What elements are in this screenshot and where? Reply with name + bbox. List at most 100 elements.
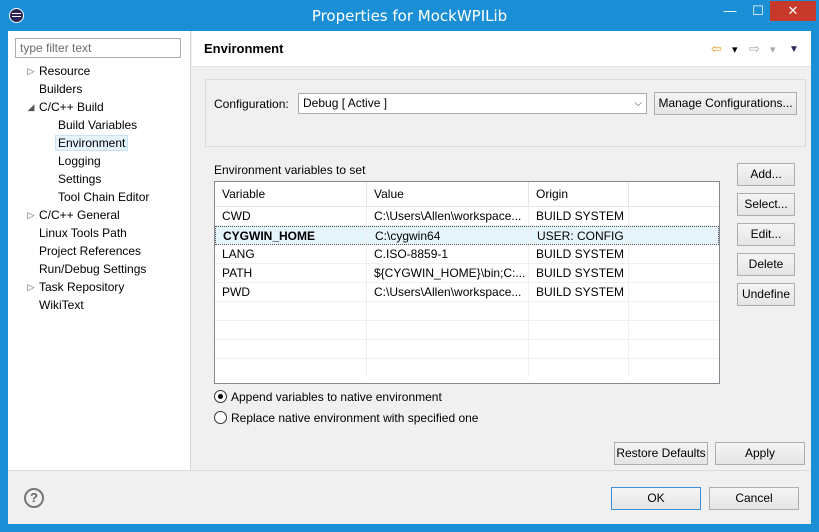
empty-cell (367, 302, 529, 320)
empty-cell (215, 321, 367, 339)
help-icon[interactable]: ? (24, 488, 44, 508)
tree-item-label: Task Repository (39, 280, 125, 294)
cell-origin: USER: CONFIG (530, 227, 630, 245)
tree-item-label: Linux Tools Path (39, 226, 127, 240)
radio-button[interactable] (214, 411, 227, 424)
tree-item-cpp-build[interactable]: ◢ C/C++ Build (28, 99, 104, 116)
tree-item-resource[interactable]: ▷ Resource (28, 63, 91, 80)
chevron-down-icon: ⌵ (634, 98, 642, 109)
tree-item-cpp-general[interactable]: ▷ C/C++ General (28, 207, 120, 224)
cancel-button[interactable]: Cancel (709, 487, 799, 510)
tree-item-environment[interactable]: Environment (55, 135, 129, 152)
cell-value: C:\Users\Allen\workspace... (367, 207, 529, 225)
empty-cell (529, 321, 629, 339)
properties-window: Properties for MockWPILib — ☐ ✕ ▷ Resour… (0, 0, 819, 532)
empty-cell (215, 302, 367, 320)
manage-configurations-button[interactable]: Manage Configurations... (654, 92, 797, 115)
configuration-label: Configuration: (214, 97, 289, 111)
empty-row (215, 302, 719, 321)
tree-item-project-references[interactable]: Project References (39, 243, 141, 260)
cell-value: C:\cygwin64 (368, 227, 530, 245)
maximize-button[interactable]: ☐ (745, 1, 771, 21)
filter-input[interactable] (15, 38, 181, 58)
apply-button[interactable]: Apply (715, 442, 805, 465)
tree-item-label: WikiText (39, 298, 84, 312)
empty-cell (367, 340, 529, 358)
expand-arrow-icon[interactable]: ▷ (25, 207, 37, 224)
window-title: Properties for MockWPILib (311, 7, 508, 25)
select-button[interactable]: Select... (737, 193, 795, 216)
column-header-variable[interactable]: Variable (215, 182, 367, 207)
table-row-selected[interactable]: CYGWIN_HOME C:\cygwin64 USER: CONFIG (215, 226, 719, 245)
close-button[interactable]: ✕ (770, 1, 816, 21)
tree-item-task-repository[interactable]: ▷ Task Repository (28, 279, 125, 296)
radio-button-checked[interactable] (214, 390, 227, 403)
table-row[interactable]: LANG C.ISO-8859-1 BUILD SYSTEM (215, 245, 719, 264)
env-vars-table[interactable]: Variable Value Origin CWD C:\Users\Allen… (214, 181, 720, 384)
table-row[interactable]: PWD C:\Users\Allen\workspace... BUILD SY… (215, 283, 719, 302)
tree-item-logging[interactable]: Logging (58, 153, 101, 170)
radio-label: Replace native environment with specifie… (231, 411, 479, 425)
restore-defaults-button[interactable]: Restore Defaults (614, 442, 708, 465)
page-title: Environment (204, 41, 284, 56)
tree-item-settings[interactable]: Settings (58, 171, 101, 188)
ok-button[interactable]: OK (611, 487, 701, 510)
cell-origin: BUILD SYSTEM (529, 283, 629, 301)
tree-item-wikitext[interactable]: WikiText (39, 297, 84, 314)
tree-item-tool-chain-editor[interactable]: Tool Chain Editor (58, 189, 149, 206)
column-header-origin[interactable]: Origin (529, 182, 629, 207)
tree-item-builders[interactable]: Builders (39, 81, 82, 98)
empty-row (215, 340, 719, 359)
cell-variable: CYGWIN_HOME (216, 227, 368, 245)
tree-item-build-variables[interactable]: Build Variables (58, 117, 137, 134)
tree-item-label: Settings (58, 172, 102, 186)
configuration-select[interactable]: Debug [ Active ] ⌵ (298, 93, 647, 114)
view-menu-icon[interactable]: ▼ (789, 44, 799, 55)
tree-item-label: Builders (39, 82, 83, 96)
column-header-value[interactable]: Value (367, 182, 529, 207)
cell-variable: PATH (215, 264, 367, 282)
empty-cell (215, 340, 367, 358)
cell-value: C:\Users\Allen\workspace... (367, 283, 529, 301)
back-dropdown-icon[interactable]: ▾ (732, 43, 738, 56)
table-row[interactable]: CWD C:\Users\Allen\workspace... BUILD SY… (215, 207, 719, 226)
cell-variable: PWD (215, 283, 367, 301)
forward-arrow-icon[interactable]: ⇨ (749, 41, 760, 57)
env-vars-label: Environment variables to set (214, 163, 366, 177)
cell-origin: BUILD SYSTEM (529, 207, 629, 225)
cell-origin: BUILD SYSTEM (529, 245, 629, 263)
radio-label: Append variables to native environment (231, 390, 442, 404)
tree-item-label: Logging (58, 154, 101, 168)
empty-row (215, 359, 719, 378)
tree-item-linux-tools-path[interactable]: Linux Tools Path (39, 225, 127, 242)
forward-dropdown-icon[interactable]: ▾ (770, 43, 776, 56)
title-bar: Properties for MockWPILib — ☐ ✕ (0, 0, 819, 31)
table-row[interactable]: PATH ${CYGWIN_HOME}\bin;C:... BUILD SYST… (215, 264, 719, 283)
back-arrow-icon[interactable]: ⇦ (711, 41, 722, 57)
add-button[interactable]: Add... (737, 163, 795, 186)
table-header: Variable Value Origin (215, 182, 719, 207)
tree-item-label: C/C++ Build (39, 100, 104, 114)
empty-cell (367, 321, 529, 339)
tree-item-label: Resource (39, 64, 91, 78)
empty-cell (529, 359, 629, 377)
cell-value: ${CYGWIN_HOME}\bin;C:... (367, 264, 529, 282)
cell-value: C.ISO-8859-1 (367, 245, 529, 263)
tree-item-label: C/C++ General (39, 208, 120, 222)
collapse-arrow-icon[interactable]: ◢ (25, 99, 37, 116)
page-header: Environment ⇦ ▾ ⇨ ▾ ▼ (192, 31, 811, 67)
delete-button[interactable]: Delete (737, 253, 795, 276)
tree-item-run-debug-settings[interactable]: Run/Debug Settings (39, 261, 146, 278)
expand-arrow-icon[interactable]: ▷ (25, 279, 37, 296)
environment-page: Environment ⇦ ▾ ⇨ ▾ ▼ Configuration: Deb… (192, 31, 811, 470)
expand-arrow-icon[interactable]: ▷ (25, 63, 37, 80)
undefine-button[interactable]: Undefine (737, 283, 795, 306)
tree-item-label: Tool Chain Editor (58, 190, 150, 204)
minimize-button[interactable]: — (717, 1, 743, 21)
tree-item-label: Project References (39, 244, 142, 258)
dialog-button-bar: ? OK Cancel (8, 470, 811, 524)
cell-origin: BUILD SYSTEM (529, 264, 629, 282)
tree-item-label: Build Variables (58, 118, 138, 132)
edit-button[interactable]: Edit... (737, 223, 795, 246)
property-tree-pane: ▷ Resource Builders ◢ C/C++ Build Build … (8, 31, 191, 470)
